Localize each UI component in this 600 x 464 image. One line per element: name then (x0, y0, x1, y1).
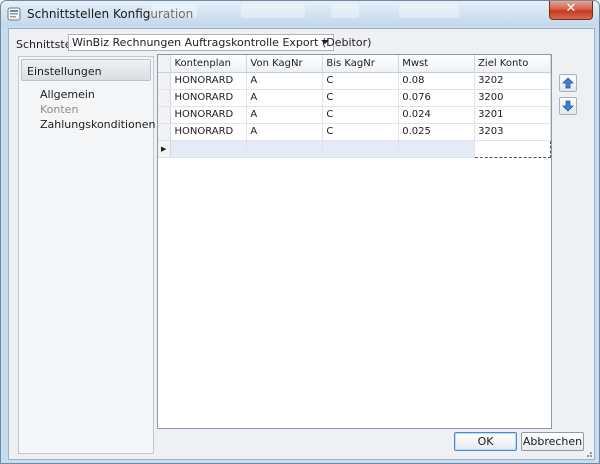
column-header-ziel-konto[interactable]: Ziel Konto (474, 55, 551, 73)
move-down-button[interactable] (559, 97, 577, 115)
settings-nav-panel: Einstellungen Allgemein Konten Zahlungsk… (18, 56, 156, 454)
row-indicator-current[interactable]: ▶ (158, 140, 172, 158)
close-button[interactable]: ✕ (549, 1, 593, 20)
arrow-down-icon (562, 100, 574, 112)
cell-mwst[interactable]: 0.08 (398, 72, 476, 90)
cell-von-kagnr[interactable]: A (246, 89, 324, 107)
close-icon: ✕ (565, 1, 577, 16)
current-row-arrow-icon: ▶ (161, 145, 167, 153)
cell-ziel-konto[interactable]: 3202 (474, 72, 551, 90)
table-row[interactable]: HONORARD A C 0.024 3201 (158, 106, 551, 124)
table-row[interactable]: HONORARD A C 0.076 3200 (158, 89, 551, 107)
new-cell-kontenplan[interactable] (170, 140, 248, 158)
table-header-row: Kontenplan Von KagNr Bis KagNr Mwst Ziel… (158, 55, 551, 73)
ok-button[interactable]: OK (454, 432, 517, 451)
cell-bis-kagnr[interactable]: C (322, 106, 400, 124)
new-cell-bis-kagnr[interactable] (322, 140, 400, 158)
column-header-von-kagnr[interactable]: Von KagNr (246, 55, 324, 73)
cell-kontenplan[interactable]: HONORARD (170, 72, 248, 90)
nav-header-label: Einstellungen (27, 65, 102, 78)
row-indicator[interactable] (158, 89, 172, 107)
cell-bis-kagnr[interactable]: C (322, 123, 400, 141)
app-icon (7, 7, 21, 21)
cell-kontenplan[interactable]: HONORARD (170, 123, 248, 141)
title-ghost (399, 4, 459, 18)
accounts-table: Kontenplan Von KagNr Bis KagNr Mwst Ziel… (158, 55, 551, 158)
row-indicator-header (158, 55, 172, 73)
cell-ziel-konto[interactable]: 3203 (474, 123, 551, 141)
table-row[interactable]: HONORARD A C 0.08 3202 (158, 72, 551, 90)
cell-mwst[interactable]: 0.076 (398, 89, 476, 107)
interface-select[interactable]: WinBiz Rechnungen Auftragskontrolle Expo… (68, 34, 371, 51)
accounts-grid: Kontenplan Von KagNr Bis KagNr Mwst Ziel… (157, 54, 552, 429)
title-ghost (241, 4, 305, 18)
cell-kontenplan[interactable]: HONORARD (170, 89, 248, 107)
cell-ziel-konto[interactable]: 3201 (474, 106, 551, 124)
column-header-kontenplan[interactable]: Kontenplan (170, 55, 248, 73)
move-up-button[interactable] (559, 74, 577, 92)
nav-item-konten[interactable]: Konten (40, 103, 78, 116)
dialog-window: Schnittstellen Konfiguration ✕ Schnittst… (0, 0, 600, 464)
cell-von-kagnr[interactable]: A (246, 72, 324, 90)
column-header-mwst[interactable]: Mwst (398, 55, 476, 73)
new-cell-von-kagnr[interactable] (246, 140, 324, 158)
row-indicator[interactable] (158, 123, 172, 141)
nav-header[interactable]: Einstellungen (21, 59, 151, 81)
new-cell-mwst[interactable] (398, 140, 476, 158)
nav-item-zahlungskonditionen[interactable]: Zahlungskonditionen (40, 118, 156, 131)
arrow-up-icon (562, 77, 574, 89)
resize-grip-icon[interactable] (584, 449, 592, 457)
row-indicator[interactable] (158, 106, 172, 124)
column-header-bis-kagnr[interactable]: Bis KagNr (322, 55, 400, 73)
dialog-body: Schnittstelle WinBiz Rechnungen Auftrags… (8, 28, 595, 460)
cell-kontenplan[interactable]: HONORARD (170, 106, 248, 124)
table-row[interactable]: HONORARD A C 0.025 3203 (158, 123, 551, 141)
new-cell-ziel-konto[interactable] (474, 139, 551, 158)
chevron-down-icon[interactable] (321, 40, 329, 44)
cell-mwst[interactable]: 0.025 (398, 123, 476, 141)
title-bar[interactable]: Schnittstellen Konfiguration ✕ (1, 1, 599, 27)
cell-von-kagnr[interactable]: A (246, 123, 324, 141)
cell-von-kagnr[interactable]: A (246, 106, 324, 124)
cell-bis-kagnr[interactable]: C (322, 72, 400, 90)
row-indicator[interactable] (158, 72, 172, 90)
cell-bis-kagnr[interactable]: C (322, 89, 400, 107)
title-ghost (331, 4, 359, 18)
new-row[interactable]: ▶ (158, 139, 551, 158)
cell-ziel-konto[interactable]: 3200 (474, 89, 551, 107)
nav-item-allgemein[interactable]: Allgemein (40, 88, 95, 101)
cell-mwst[interactable]: 0.024 (398, 106, 476, 124)
title-ghost (151, 4, 197, 18)
cancel-button[interactable]: Abbrechen (521, 432, 584, 451)
